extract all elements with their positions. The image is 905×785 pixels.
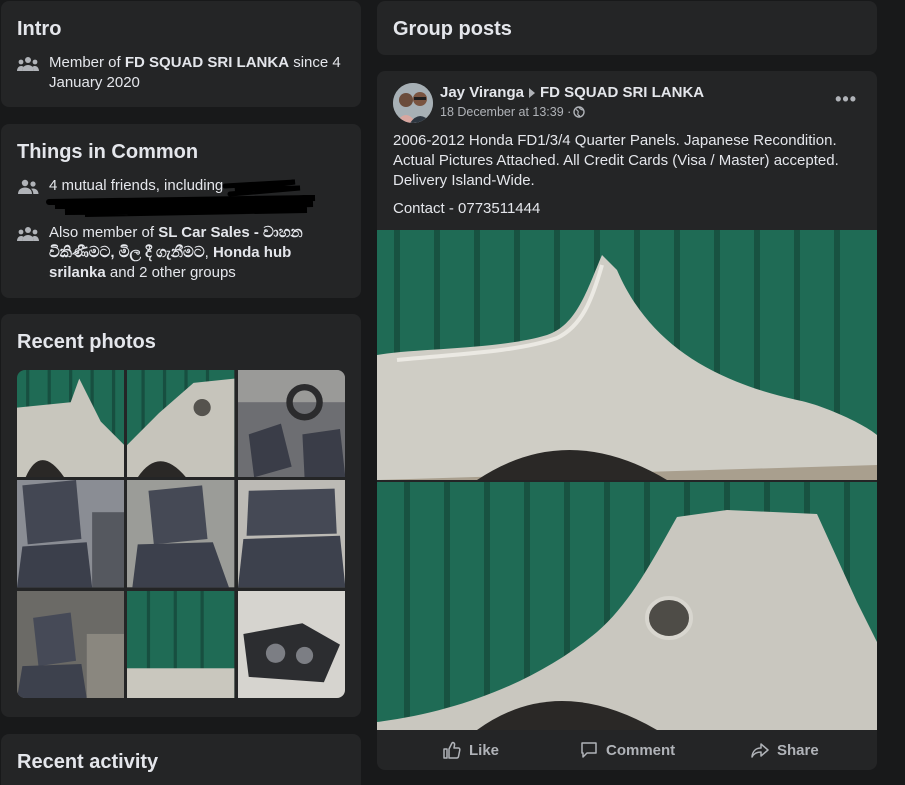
recent-activity-title: Recent activity bbox=[17, 751, 159, 773]
post-action-bar: Like Comment Share bbox=[377, 730, 877, 770]
intro-member-text: Member of FD SQUAD SRI LANKA since 4 Jan… bbox=[49, 54, 341, 91]
things-in-common-title: Things in Common bbox=[17, 141, 199, 163]
recent-activity-card: Recent activity bbox=[1, 734, 361, 785]
post-image-1[interactable] bbox=[377, 230, 877, 480]
also-member-row: Also member of SL Car Sales - වාහන විකිණ… bbox=[17, 223, 349, 283]
intro-member-row: Member of FD SQUAD SRI LANKA since 4 Jan… bbox=[17, 53, 349, 93]
photo-thumbnail[interactable] bbox=[17, 480, 125, 588]
photo-thumbnail[interactable] bbox=[237, 480, 345, 588]
redacted-scribble bbox=[46, 179, 316, 217]
photo-thumbnail[interactable] bbox=[237, 590, 345, 698]
post-body-text: 2006-2012 Honda FD1/3/4 Quarter Panels. … bbox=[393, 132, 839, 189]
post-card: Jay Viranga FD SQUAD SRI LANKA 18 Decemb… bbox=[377, 71, 877, 770]
like-button[interactable]: Like bbox=[443, 730, 499, 770]
post-group-link[interactable]: FD SQUAD SRI LANKA bbox=[540, 84, 704, 101]
comment-button[interactable]: Comment bbox=[580, 730, 675, 770]
intro-card: Intro Member of FD SQUAD SRI LANKA since… bbox=[1, 1, 361, 107]
group-posts-header-card: Group posts bbox=[377, 1, 877, 55]
photo-thumbnail[interactable] bbox=[127, 370, 235, 478]
intro-group-link[interactable]: FD SQUAD SRI LANKA bbox=[125, 54, 289, 71]
share-label: Share bbox=[777, 741, 819, 759]
post-header-line: Jay Viranga FD SQUAD SRI LANKA bbox=[440, 84, 704, 101]
photo-thumbnail[interactable] bbox=[127, 480, 235, 588]
share-icon bbox=[751, 743, 769, 758]
group-posts-title: Group posts bbox=[393, 18, 512, 40]
also-member-text: Also member of SL Car Sales - වාහන විකිණ… bbox=[49, 224, 303, 281]
share-button[interactable]: Share bbox=[751, 730, 819, 770]
photo-thumbnail[interactable] bbox=[17, 370, 125, 478]
post-contact-text: Contact - 0773511444 bbox=[393, 200, 541, 217]
post-image-2[interactable] bbox=[377, 482, 877, 730]
intro-title: Intro bbox=[17, 18, 62, 40]
photo-thumbnail[interactable] bbox=[17, 590, 125, 698]
members-icon bbox=[17, 57, 39, 71]
comment-icon bbox=[581, 742, 597, 758]
globe-icon bbox=[573, 106, 586, 118]
more-icon[interactable]: ••• bbox=[835, 89, 857, 110]
comment-label: Comment bbox=[606, 741, 676, 759]
photo-grid bbox=[17, 370, 345, 698]
photo-thumbnail[interactable] bbox=[237, 370, 345, 478]
post-meta: 18 December at 13:39 · bbox=[440, 105, 586, 119]
like-icon bbox=[443, 741, 461, 759]
groups-icon bbox=[17, 227, 39, 241]
recent-photos-card: Recent photos bbox=[1, 314, 361, 717]
things-in-common-card: Things in Common 4 mutual friends, inclu… bbox=[1, 124, 361, 298]
friends-icon bbox=[18, 179, 39, 194]
post-author-link[interactable]: Jay Viranga bbox=[440, 84, 524, 101]
like-label: Like bbox=[469, 741, 500, 759]
photo-thumbnail[interactable] bbox=[127, 590, 235, 698]
caret-right-icon bbox=[528, 87, 535, 98]
recent-photos-title: Recent photos bbox=[17, 331, 156, 353]
post-timestamp[interactable]: 18 December at 13:39 · bbox=[440, 105, 571, 119]
avatar[interactable] bbox=[393, 83, 433, 123]
